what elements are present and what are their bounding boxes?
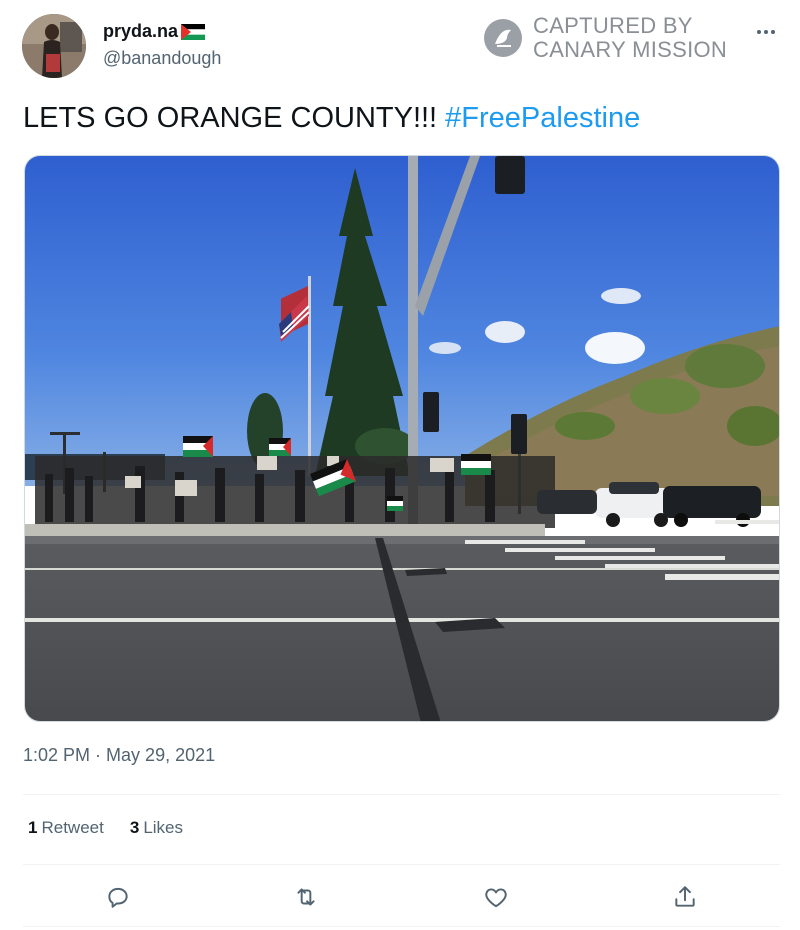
display-name-text: pryda.na (103, 21, 179, 41)
share-icon (675, 886, 695, 907)
likes-count: 3 (129, 818, 140, 837)
likes-stat[interactable]: 3 Likes (130, 818, 183, 838)
watermark-line1: CAPTURED BY (533, 13, 693, 38)
user-info[interactable]: pryda.na @banandough (103, 21, 221, 69)
likes-label: Likes (143, 818, 183, 837)
tweet-body-text: LETS GO ORANGE COUNTY!!! (23, 102, 446, 134)
retweet-button[interactable] (289, 880, 323, 914)
tweet-text: LETS GO ORANGE COUNTY!!! #FreePalestine (23, 100, 640, 136)
timestamp-separator: · (90, 745, 107, 765)
reply-icon (108, 887, 128, 908)
like-icon (485, 888, 507, 908)
retweets-label: Retweet (41, 818, 104, 837)
reply-button[interactable] (101, 880, 135, 914)
retweets-stat[interactable]: 1 Retweet (28, 818, 104, 838)
retweet-icon (297, 888, 315, 906)
canary-logo-icon (483, 18, 523, 58)
tweet-actions (23, 872, 780, 920)
tweet-timestamp: 1:02 PM · May 29, 2021 (23, 745, 215, 766)
hashtag-link[interactable]: #FreePalestine (445, 102, 640, 134)
avatar[interactable] (22, 14, 86, 78)
tweet-photo[interactable] (24, 155, 780, 722)
tweet-date[interactable]: May 29, 2021 (106, 745, 215, 765)
divider (23, 794, 780, 795)
tweet-stats: 1 Retweet 3 Likes (28, 818, 183, 838)
display-name[interactable]: pryda.na (103, 21, 221, 42)
watermark-text: CAPTURED BY CANARY MISSION (533, 14, 727, 62)
palestine-flag-icon (181, 23, 206, 40)
retweets-count: 1 (28, 818, 38, 837)
share-button[interactable] (668, 880, 702, 914)
tweet-header: pryda.na @banandough CAPTURED BY CANARY (22, 14, 782, 84)
divider (23, 864, 780, 865)
protest-photo-scene (25, 156, 779, 721)
divider (23, 926, 780, 927)
user-handle[interactable]: @banandough (103, 48, 221, 69)
canary-mission-watermark: CAPTURED BY CANARY MISSION (483, 14, 727, 62)
more-options-button[interactable] (752, 20, 780, 44)
watermark-line2: CANARY MISSION (533, 37, 728, 62)
like-button[interactable] (479, 880, 513, 914)
tweet-time[interactable]: 1:02 PM (23, 745, 90, 765)
more-dots-icon (757, 30, 775, 34)
